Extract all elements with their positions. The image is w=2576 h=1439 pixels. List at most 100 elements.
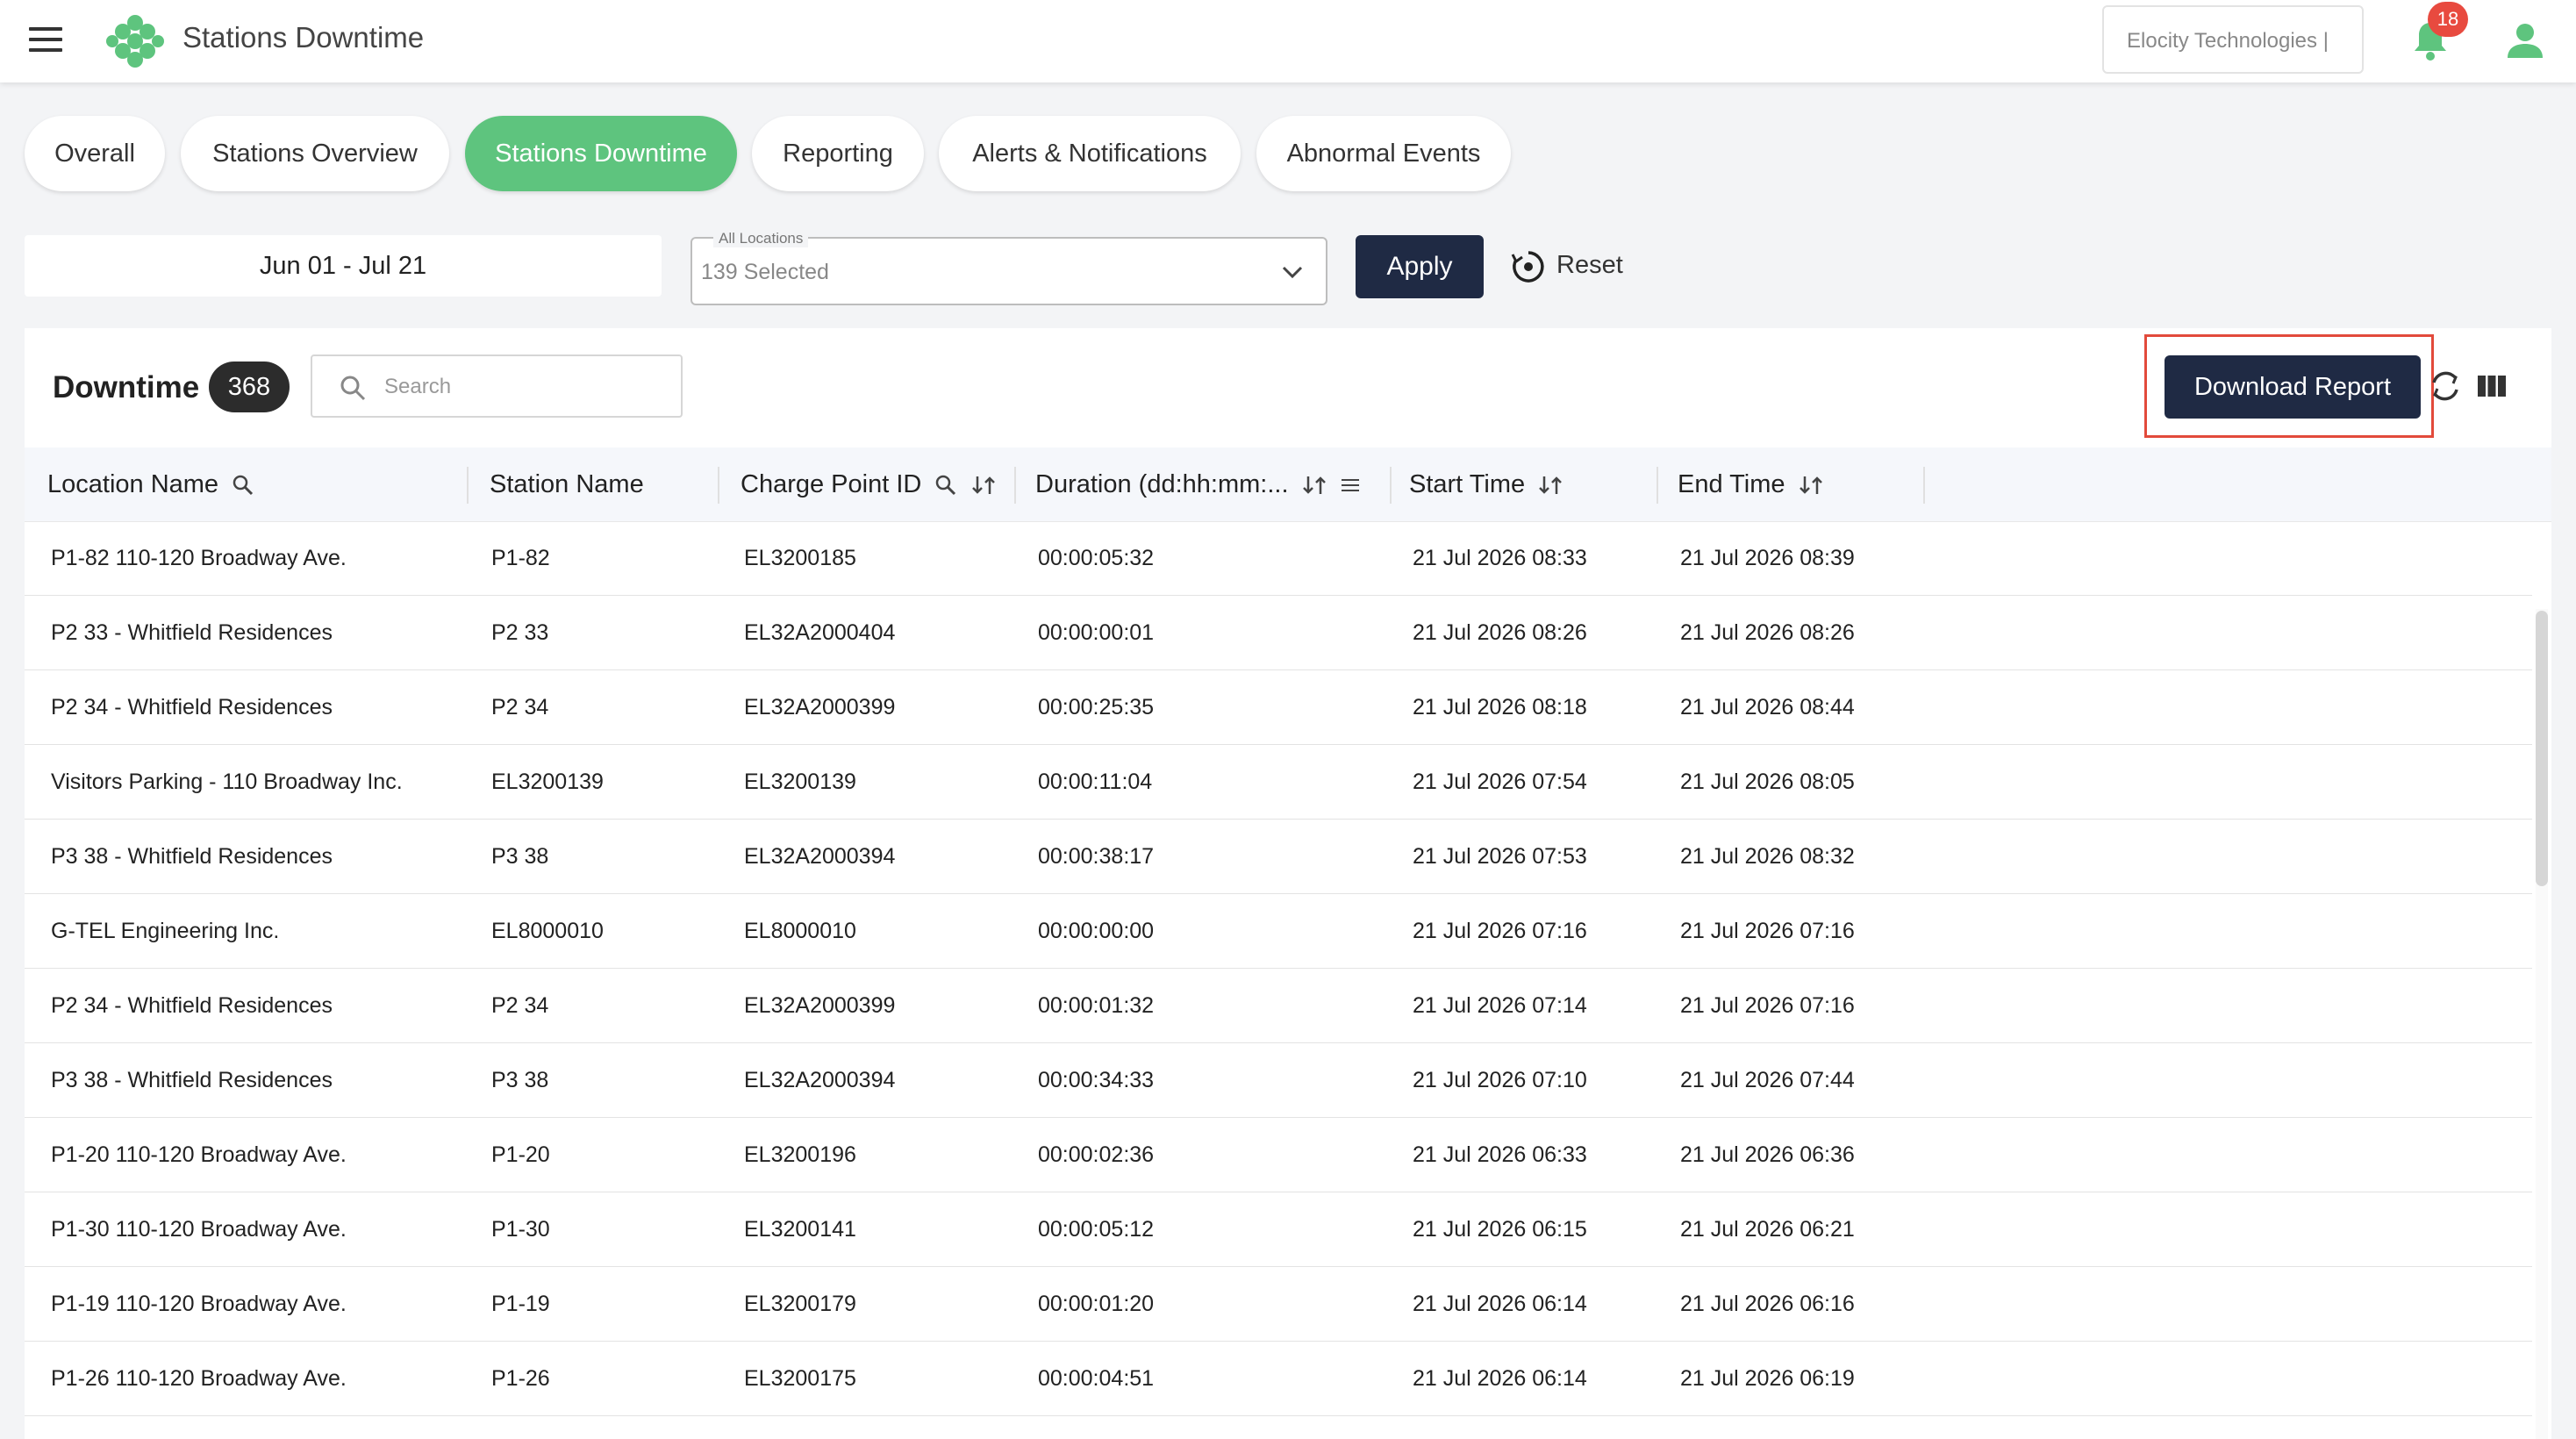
- cell-duration: 00:00:00:01: [1038, 620, 1155, 645]
- sort-icon[interactable]: [1798, 473, 1824, 498]
- cell-charge-point: EL3200185: [744, 546, 856, 570]
- cell-location: P1-20 110-120 Broadway Ave.: [51, 1142, 347, 1167]
- downtime-count-badge: 368: [209, 362, 290, 412]
- column-header-duration[interactable]: Duration (dd:hh:mm:...: [1035, 447, 1361, 521]
- column-header-location[interactable]: Location Name: [47, 447, 255, 521]
- column-divider: [467, 467, 469, 504]
- column-menu-icon[interactable]: [1340, 475, 1361, 496]
- apply-button[interactable]: Apply: [1356, 235, 1484, 298]
- column-divider: [1390, 467, 1392, 504]
- table-header: Location Name Station Name Charge Point …: [25, 447, 2551, 522]
- locations-label: All Locations: [713, 230, 809, 247]
- column-divider: [1923, 467, 1925, 504]
- cell-charge-point: EL32A2000394: [744, 1068, 896, 1092]
- cell-duration: 00:00:11:04: [1038, 770, 1153, 794]
- cell-station: P2 34: [491, 993, 549, 1018]
- cell-location: G-TEL Engineering Inc.: [51, 919, 280, 943]
- cell-duration: 00:00:02:36: [1038, 1142, 1155, 1167]
- column-header-station[interactable]: Station Name: [490, 447, 644, 521]
- table-row[interactable]: Visitors Parking - 110 Broadway Inc. EL32…: [25, 745, 2532, 820]
- sort-icon[interactable]: [1301, 473, 1327, 498]
- organization-selector[interactable]: Elocity Technologies |: [2102, 5, 2364, 74]
- tab-alerts-notifications[interactable]: Alerts & Notifications: [939, 116, 1241, 191]
- cell-station: P1-19: [491, 1292, 550, 1316]
- columns-icon[interactable]: [2476, 372, 2508, 400]
- sort-icon[interactable]: [1537, 473, 1563, 498]
- cell-end-time: 21 Jul 2026 07:44: [1680, 1068, 1855, 1092]
- cell-end-time: 21 Jul 2026 08:32: [1680, 844, 1855, 869]
- tab-stations-overview[interactable]: Stations Overview: [181, 116, 449, 191]
- cell-duration: 00:00:05:12: [1038, 1217, 1155, 1242]
- downtime-card: Downtime 368 Download Report Location Na…: [25, 328, 2551, 1439]
- cell-station: P1-30: [491, 1217, 550, 1242]
- column-header-charge-point-label: Charge Point ID: [741, 470, 922, 498]
- cell-location: Visitors Parking - 110 Broadway Inc.: [51, 770, 403, 794]
- tab-overall[interactable]: Overall: [25, 116, 165, 191]
- table-row[interactable]: P1-82 110-120 Broadway Ave. P1-82 EL320018…: [25, 521, 2532, 596]
- cell-charge-point: EL3200139: [744, 770, 856, 794]
- table-row[interactable]: P3 38 - Whitfield Residences P3 38 EL32A20…: [25, 1043, 2532, 1118]
- refresh-icon[interactable]: [2427, 367, 2464, 405]
- cell-location: P3 38 - Whitfield Residences: [51, 844, 333, 869]
- cell-location: P1-30 110-120 Broadway Ave.: [51, 1217, 347, 1242]
- cell-start-time: 21 Jul 2026 06:14: [1413, 1292, 1587, 1316]
- scrollbar-thumb[interactable]: [2536, 611, 2548, 886]
- tab-stations-downtime[interactable]: Stations Downtime: [465, 116, 737, 191]
- cell-end-time: 21 Jul 2026 06:21: [1680, 1217, 1855, 1242]
- cell-end-time: 21 Jul 2026 06:16: [1680, 1292, 1855, 1316]
- search-field[interactable]: [311, 354, 683, 418]
- table-row[interactable]: P1-19 110-120 Broadway Ave. P1-19 EL320017…: [25, 1267, 2532, 1342]
- column-header-charge-point[interactable]: Charge Point ID: [741, 447, 997, 521]
- cell-start-time: 21 Jul 2026 07:54: [1413, 770, 1587, 794]
- cell-start-time: 21 Jul 2026 06:15: [1413, 1217, 1587, 1242]
- locations-value: 139 Selected: [701, 260, 829, 284]
- cell-location: P2 34 - Whitfield Residences: [51, 695, 333, 720]
- table-row[interactable]: G-TEL Engineering Inc. EL8000010 EL8000010…: [25, 894, 2532, 969]
- cell-charge-point: EL32A2000394: [744, 844, 896, 869]
- cell-charge-point: EL8000010: [744, 919, 856, 943]
- download-report-button[interactable]: Download Report: [2165, 355, 2421, 419]
- cell-station: P3 38: [491, 844, 549, 869]
- sort-icon[interactable]: [970, 473, 997, 498]
- table-row[interactable]: P3 38 - Whitfield Residences P3 38 EL32A20…: [25, 820, 2532, 894]
- table-row[interactable]: P1-26 110-120 Broadway Ave. P1-26 EL320017…: [25, 1342, 2532, 1416]
- column-header-start-time[interactable]: Start Time: [1409, 447, 1563, 521]
- top-bar: Stations Downtime Elocity Technologies |…: [0, 0, 2576, 82]
- cell-location: P2 34 - Whitfield Residences: [51, 993, 333, 1018]
- cell-duration: 00:00:01:32: [1038, 993, 1155, 1018]
- cell-duration: 00:00:05:32: [1038, 546, 1155, 570]
- cell-start-time: 21 Jul 2026 08:33: [1413, 546, 1587, 570]
- date-range-picker[interactable]: Jun 01 - Jul 21: [25, 235, 662, 297]
- tab-abnormal-events[interactable]: Abnormal Events: [1256, 116, 1511, 191]
- tab-reporting[interactable]: Reporting: [752, 116, 924, 191]
- cell-end-time: 21 Jul 2026 06:19: [1680, 1366, 1855, 1391]
- table-row[interactable]: P2 34 - Whitfield Residences P2 34 EL32A20…: [25, 670, 2532, 745]
- cell-duration: 00:00:25:35: [1038, 695, 1155, 720]
- cell-charge-point: EL3200141: [744, 1217, 856, 1242]
- cell-charge-point: EL32A2000404: [744, 620, 896, 645]
- cell-end-time: 21 Jul 2026 07:16: [1680, 919, 1855, 943]
- cell-duration: 00:00:38:17: [1038, 844, 1155, 869]
- table-row[interactable]: P2 34 - Whitfield Residences P2 34 EL32A20…: [25, 969, 2532, 1043]
- column-divider: [1014, 467, 1016, 504]
- notification-count-badge: 18: [2428, 2, 2468, 37]
- cell-station: P1-26: [491, 1366, 550, 1391]
- cell-end-time: 21 Jul 2026 06:36: [1680, 1142, 1855, 1167]
- app-title: Stations Downtime: [182, 21, 425, 54]
- table-body: P1-82 110-120 Broadway Ave. P1-82 EL320018…: [25, 521, 2532, 1416]
- cell-end-time: 21 Jul 2026 08:39: [1680, 546, 1855, 570]
- user-avatar-icon[interactable]: [2506, 21, 2544, 60]
- cell-station: P1-82: [491, 546, 550, 570]
- search-input[interactable]: [383, 369, 667, 405]
- column-search-icon[interactable]: [231, 473, 255, 498]
- cell-start-time: 21 Jul 2026 08:26: [1413, 620, 1587, 645]
- column-header-end-label: End Time: [1678, 470, 1785, 498]
- table-row[interactable]: P1-30 110-120 Broadway Ave. P1-30 EL320014…: [25, 1192, 2532, 1267]
- cell-end-time: 21 Jul 2026 08:05: [1680, 770, 1855, 794]
- table-row[interactable]: P1-20 110-120 Broadway Ave. P1-20 EL320019…: [25, 1118, 2532, 1192]
- column-search-icon[interactable]: [934, 473, 958, 498]
- menu-icon[interactable]: [29, 27, 62, 52]
- locations-select[interactable]: All Locations 139 Selected: [691, 230, 1327, 305]
- table-row[interactable]: P2 33 - Whitfield Residences P2 33 EL32A20…: [25, 596, 2532, 670]
- column-header-end-time[interactable]: End Time: [1678, 447, 1824, 521]
